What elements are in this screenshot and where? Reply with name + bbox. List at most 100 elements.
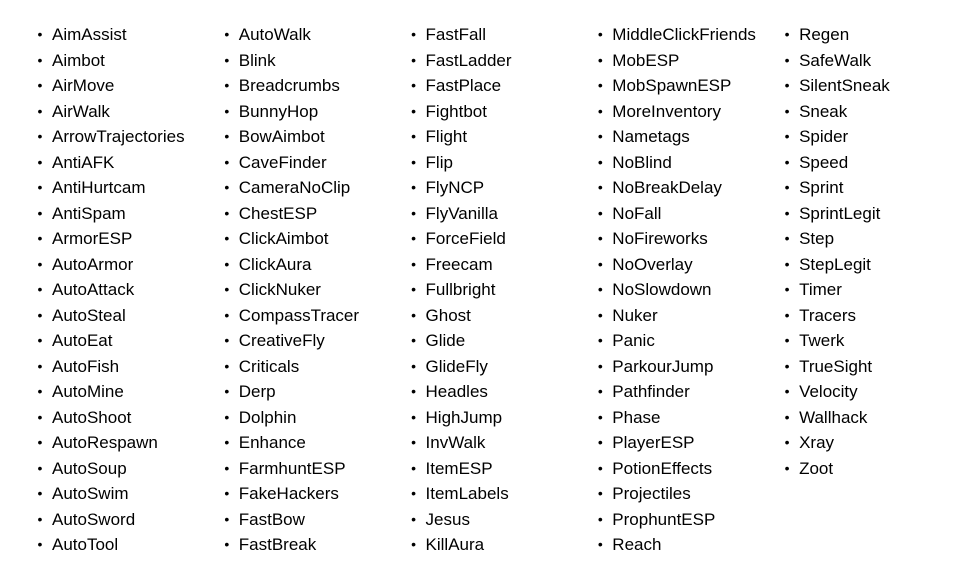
list-item: •StepLegit (775, 252, 934, 278)
list-item: •AutoMine (28, 379, 215, 405)
list-item: •Twerk (775, 328, 934, 354)
bullet-icon: • (215, 277, 239, 303)
list-item: •InvWalk (402, 430, 589, 456)
list-item: •SilentSneak (775, 73, 934, 99)
list-item: •AutoSword (28, 507, 215, 533)
list-item: •NoFall (588, 201, 775, 227)
bullet-icon: • (402, 201, 426, 227)
list-item-label: MobESP (612, 48, 679, 74)
list-item: •PlayerESP (588, 430, 775, 456)
list-item-label: CameraNoClip (239, 175, 350, 201)
list-item-label: BowAimbot (239, 124, 325, 150)
bullet-icon: • (215, 175, 239, 201)
list-item-label: NoBreakDelay (612, 175, 722, 201)
list-item: •Xray (775, 430, 934, 456)
bullet-icon: • (28, 507, 52, 533)
list-item: •Freecam (402, 252, 589, 278)
bullet-icon: • (588, 175, 612, 201)
list-item-label: Timer (799, 277, 842, 303)
list-item-label: ForceField (426, 226, 506, 252)
list-item: •Timer (775, 277, 934, 303)
bullet-icon: • (215, 507, 239, 533)
list-item-label: FastBow (239, 507, 305, 533)
list-item-label: Zoot (799, 456, 833, 482)
bullet-icon: • (775, 277, 799, 303)
list-item: •ClickAura (215, 252, 402, 278)
bullet-icon: • (215, 328, 239, 354)
bullet-icon: • (402, 303, 426, 329)
list-item-label: Wallhack (799, 405, 867, 431)
list-item: •BowAimbot (215, 124, 402, 150)
list-item-label: FastLadder (426, 48, 512, 74)
bullet-icon: • (28, 303, 52, 329)
list-item: •FastBow (215, 507, 402, 533)
list-item: •ItemLabels (402, 481, 589, 507)
list-item: •Breadcrumbs (215, 73, 402, 99)
bullet-icon: • (775, 99, 799, 125)
bullet-icon: • (402, 507, 426, 533)
bullet-icon: • (215, 201, 239, 227)
list-item: •ArrowTrajectories (28, 124, 215, 150)
bullet-icon: • (402, 456, 426, 482)
list-item-label: Flight (426, 124, 468, 150)
list-item-label: Glide (426, 328, 466, 354)
list-item: •Wallhack (775, 405, 934, 431)
bullet-icon: • (588, 150, 612, 176)
bullet-icon: • (588, 252, 612, 278)
bullet-icon: • (28, 226, 52, 252)
list-item-label: NoOverlay (612, 252, 692, 278)
list-item-label: Jesus (426, 507, 470, 533)
bullet-icon: • (588, 379, 612, 405)
list-item: •Aimbot (28, 48, 215, 74)
list-item: •AntiSpam (28, 201, 215, 227)
list-item: •Sneak (775, 99, 934, 125)
list-item: •CreativeFly (215, 328, 402, 354)
list-item-label: FakeHackers (239, 481, 339, 507)
list-item: •TrueSight (775, 354, 934, 380)
list-item-label: Nuker (612, 303, 657, 329)
column-4: •MiddleClickFriends •MobESP •MobSpawnESP… (588, 22, 775, 558)
list-item: •FakeHackers (215, 481, 402, 507)
bullet-icon: • (588, 99, 612, 125)
list-item: •CompassTracer (215, 303, 402, 329)
bullet-icon: • (775, 73, 799, 99)
bullet-icon: • (28, 481, 52, 507)
list-item-label: CompassTracer (239, 303, 359, 329)
list-item-label: BunnyHop (239, 99, 318, 125)
list-item: •AutoShoot (28, 405, 215, 431)
list-item: •Dolphin (215, 405, 402, 431)
list-item: •Sprint (775, 175, 934, 201)
list-item-label: Fightbot (426, 99, 487, 125)
list-item-label: Spider (799, 124, 848, 150)
list-item: •HighJump (402, 405, 589, 431)
list-item: •Jesus (402, 507, 589, 533)
list-item: •AutoSwim (28, 481, 215, 507)
list-item-label: Reach (612, 532, 661, 558)
bullet-icon: • (402, 430, 426, 456)
list-item: •Flight (402, 124, 589, 150)
bullet-icon: • (588, 48, 612, 74)
list-item: •FastBreak (215, 532, 402, 558)
list-item: •AntiHurtcam (28, 175, 215, 201)
list-item: •AutoSoup (28, 456, 215, 482)
list-item-label: Phase (612, 405, 660, 431)
bullet-icon: • (402, 252, 426, 278)
bullet-icon: • (28, 532, 52, 558)
bullet-icon: • (28, 277, 52, 303)
list-item-label: SilentSneak (799, 73, 890, 99)
bullet-icon: • (28, 22, 52, 48)
list-item-label: MobSpawnESP (612, 73, 731, 99)
list-item: •AirWalk (28, 99, 215, 125)
bullet-icon: • (215, 48, 239, 74)
list-item: •AimAssist (28, 22, 215, 48)
list-item: •ForceField (402, 226, 589, 252)
bullet-icon: • (402, 22, 426, 48)
list-item: •Regen (775, 22, 934, 48)
list-item-label: ClickAura (239, 252, 312, 278)
list-item-label: AntiHurtcam (52, 175, 146, 201)
list-item-label: PlayerESP (612, 430, 694, 456)
bullet-icon: • (588, 73, 612, 99)
list-item-label: ClickAimbot (239, 226, 329, 252)
list-item: •AutoRespawn (28, 430, 215, 456)
list-item: •ParkourJump (588, 354, 775, 380)
